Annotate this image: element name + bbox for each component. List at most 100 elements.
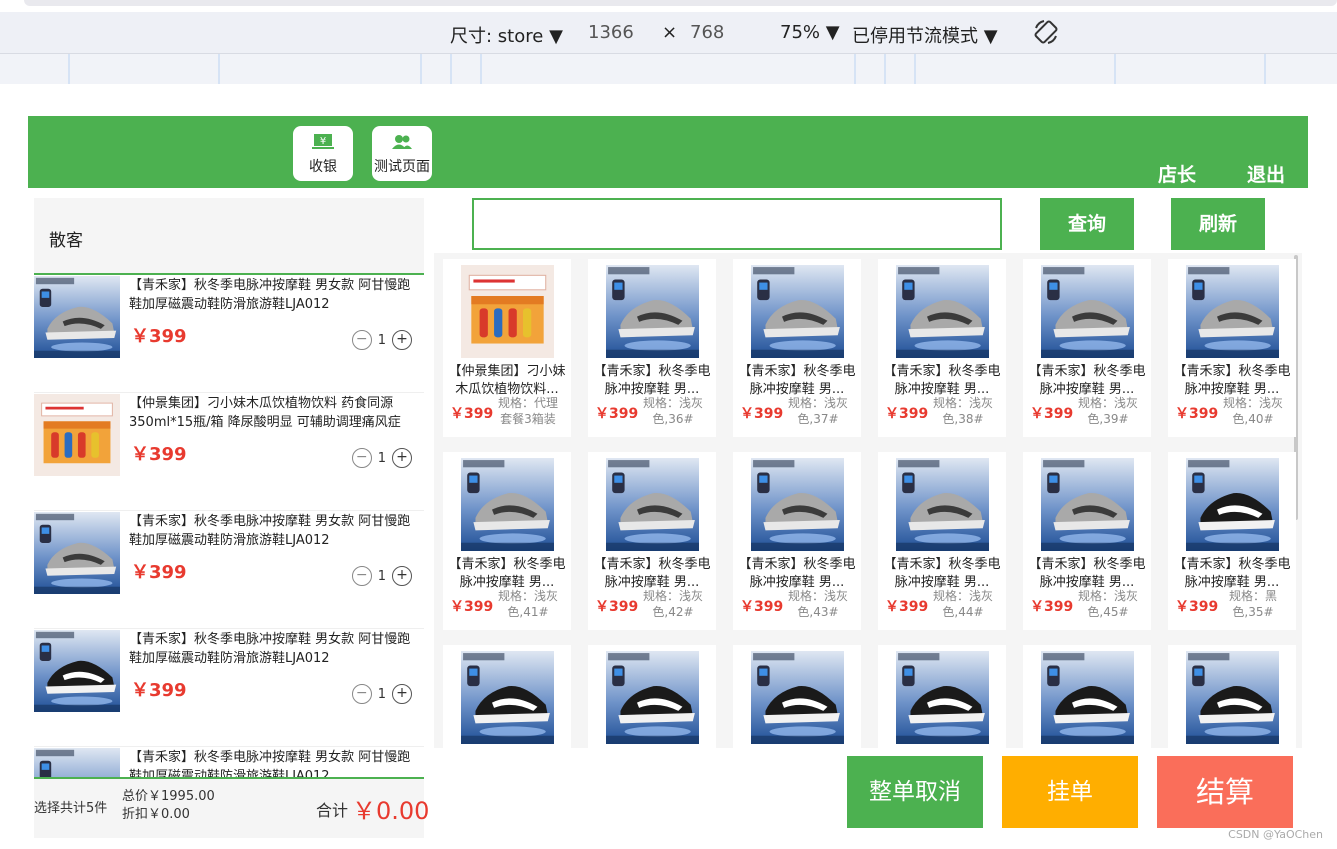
product-card[interactable] bbox=[1168, 645, 1296, 748]
product-card[interactable]: 【仲景集团】刁小妹木瓜饮植物饮料... ￥399 规格：代理套餐3箱装 bbox=[443, 259, 571, 437]
device-size-dropdown[interactable]: 尺寸: store ▼ bbox=[450, 22, 563, 48]
device-height-input[interactable]: 768 bbox=[690, 22, 724, 43]
cart-item-name: 【青禾家】秋冬季电脉冲按摩鞋 男女款 阿甘慢跑鞋加厚磁震动鞋防滑旅游鞋LJA01… bbox=[129, 278, 411, 312]
cart-item: 【青禾家】秋冬季电脉冲按摩鞋 男女款 阿甘慢跑鞋加厚磁震动鞋防滑旅游鞋LJA01… bbox=[34, 511, 424, 628]
product-spec: 规格：浅灰色,44# bbox=[932, 589, 993, 619]
cart-item: 【仲景集团】刁小妹木瓜饮植物饮料 药食同源 350ml*15瓶/箱 降尿酸明显 … bbox=[34, 393, 424, 510]
cart-item-name: 【青禾家】秋冬季电脉冲按摩鞋 男女款 阿甘慢跑鞋加厚磁震动鞋防滑旅游鞋LJA01… bbox=[129, 514, 411, 548]
product-card[interactable] bbox=[733, 645, 861, 748]
ruler-mark bbox=[218, 54, 220, 84]
product-card[interactable]: 【青禾家】秋冬季电脉冲按摩鞋 男... ￥399 规格：浅灰色,41# bbox=[443, 452, 571, 630]
product-name: 【青禾家】秋冬季电脉冲按摩鞋 男... bbox=[593, 364, 711, 397]
product-name: 【青禾家】秋冬季电脉冲按摩鞋 男... bbox=[738, 557, 856, 590]
product-image bbox=[606, 458, 699, 551]
product-name: 【青禾家】秋冬季电脉冲按摩鞋 男... bbox=[593, 557, 711, 590]
cancel-order-button[interactable]: 整单取消 bbox=[847, 756, 983, 828]
logout-link[interactable]: 退出 bbox=[1247, 160, 1285, 187]
browser-top-strip bbox=[0, 0, 1337, 12]
product-thumbnail bbox=[34, 630, 120, 712]
product-card[interactable] bbox=[443, 645, 571, 748]
product-spec: 规格：浅灰色,45# bbox=[1077, 589, 1138, 619]
device-toolbar: 尺寸: store ▼ 1366 × 768 75% ▼ 已停用节流模式 ▼ bbox=[0, 12, 1337, 54]
plus-icon[interactable]: + bbox=[392, 448, 412, 468]
tab-strip bbox=[24, 0, 1337, 6]
product-card[interactable]: 【青禾家】秋冬季电脉冲按摩鞋 男... ￥399 规格：浅灰色,40# bbox=[1168, 259, 1296, 437]
product-card[interactable]: 【青禾家】秋冬季电脉冲按摩鞋 男... ￥399 规格：浅灰色,45# bbox=[1023, 452, 1151, 630]
total-price: 总价￥1995.00 bbox=[122, 789, 215, 804]
discount: 折扣￥0.00 bbox=[122, 807, 190, 822]
product-card[interactable] bbox=[588, 645, 716, 748]
product-card[interactable]: 【青禾家】秋冬季电脉冲按摩鞋 男... ￥399 规格：浅灰色,44# bbox=[878, 452, 1006, 630]
product-card[interactable]: 【青禾家】秋冬季电脉冲按摩鞋 男... ￥399 规格：浅灰色,36# bbox=[588, 259, 716, 437]
minus-icon[interactable]: − bbox=[351, 330, 372, 350]
quantity-value: 1 bbox=[377, 332, 386, 348]
product-panel: 查询 刷新 【仲景集团】刁小妹木瓜饮植物饮料... ￥399 规格：代理套餐3箱装【… bbox=[434, 198, 1302, 838]
product-card[interactable]: 【青禾家】秋冬季电脉冲按摩鞋 男... ￥399 规格：浅灰色,37# bbox=[733, 259, 861, 437]
cart-item: 【青禾家】秋冬季电脉冲按摩鞋 男女款 阿甘慢跑鞋加厚磁震动鞋防滑旅游鞋LJA01… bbox=[34, 629, 424, 746]
product-price: ￥399 bbox=[740, 599, 784, 615]
product-card[interactable]: 【青禾家】秋冬季电脉冲按摩鞋 男... ￥399 规格：浅灰色,39# bbox=[1023, 259, 1151, 437]
nav-cashier-button[interactable]: ¥ 收银 bbox=[293, 126, 353, 181]
product-card[interactable]: 【青禾家】秋冬季电脉冲按摩鞋 男... ￥399 规格：黑色,35# bbox=[1168, 452, 1296, 630]
product-image bbox=[751, 651, 844, 744]
throttle-dropdown[interactable]: 已停用节流模式 ▼ bbox=[852, 22, 998, 48]
product-card[interactable] bbox=[1023, 645, 1151, 748]
product-spec: 规格：浅灰色,37# bbox=[787, 396, 848, 426]
caret-down-icon: ▼ bbox=[825, 22, 840, 43]
search-input[interactable] bbox=[472, 198, 1002, 250]
plus-icon[interactable]: + bbox=[392, 330, 412, 350]
product-image bbox=[751, 458, 844, 551]
product-price: ￥399 bbox=[1175, 406, 1219, 422]
product-price: ￥399 bbox=[450, 406, 494, 422]
zoom-dropdown[interactable]: 75% ▼ bbox=[780, 22, 840, 43]
device-width-input[interactable]: 1366 bbox=[588, 22, 634, 43]
plus-icon[interactable]: + bbox=[392, 566, 412, 586]
refresh-button[interactable]: 刷新 bbox=[1171, 198, 1265, 250]
throttle-label: 已停用节流模式 bbox=[852, 26, 978, 47]
minus-icon[interactable]: − bbox=[351, 448, 372, 468]
product-name: 【仲景集团】刁小妹木瓜饮植物饮料... bbox=[448, 364, 566, 397]
product-image bbox=[896, 265, 989, 358]
plus-icon[interactable]: + bbox=[392, 684, 412, 704]
product-name: 【青禾家】秋冬季电脉冲按摩鞋 男... bbox=[1028, 364, 1146, 397]
dimension-separator: × bbox=[662, 22, 678, 43]
product-name: 【青禾家】秋冬季电脉冲按摩鞋 男... bbox=[883, 557, 1001, 590]
quantity-value: 1 bbox=[377, 450, 386, 466]
cart-item-price: ￥399 bbox=[131, 562, 187, 583]
product-image bbox=[1041, 265, 1134, 358]
minus-icon[interactable]: − bbox=[351, 566, 372, 586]
query-button[interactable]: 查询 bbox=[1040, 198, 1134, 250]
nav-test-page-button[interactable]: 测试页面 bbox=[372, 126, 432, 181]
cashier-icon: ¥ bbox=[312, 134, 334, 149]
product-grid: 【仲景集团】刁小妹木瓜饮植物饮料... ￥399 规格：代理套餐3箱装 【青禾家】秋冬… bbox=[434, 253, 1302, 748]
checkout-button[interactable]: 结算 bbox=[1157, 756, 1293, 828]
product-spec: 规格：浅灰色,43# bbox=[787, 589, 848, 619]
product-thumbnail bbox=[34, 276, 120, 358]
hold-order-button[interactable]: 挂单 bbox=[1002, 756, 1138, 828]
product-price: ￥399 bbox=[885, 599, 929, 615]
product-name: 【青禾家】秋冬季电脉冲按摩鞋 男... bbox=[448, 557, 566, 590]
ruler-mark bbox=[914, 54, 916, 84]
product-card[interactable]: 【青禾家】秋冬季电脉冲按摩鞋 男... ￥399 规格：浅灰色,43# bbox=[733, 452, 861, 630]
product-card[interactable] bbox=[878, 645, 1006, 748]
nav-cashier-label: 收银 bbox=[309, 159, 337, 175]
product-card[interactable]: 【青禾家】秋冬季电脉冲按摩鞋 男... ￥399 规格：浅灰色,38# bbox=[878, 259, 1006, 437]
nav-test-page-label: 测试页面 bbox=[374, 159, 430, 175]
svg-text:¥: ¥ bbox=[320, 136, 326, 147]
product-name: 【青禾家】秋冬季电脉冲按摩鞋 男... bbox=[1173, 364, 1291, 397]
ruler-mark bbox=[1264, 54, 1266, 84]
manager-link[interactable]: 店长 bbox=[1158, 160, 1196, 187]
product-price: ￥399 bbox=[450, 599, 494, 615]
rotate-icon[interactable] bbox=[1032, 18, 1060, 51]
search-row: 查询 刷新 bbox=[434, 198, 1302, 253]
minus-icon[interactable]: − bbox=[351, 684, 372, 704]
quantity-stepper: −1 + bbox=[351, 684, 412, 704]
product-card[interactable]: 【青禾家】秋冬季电脉冲按摩鞋 男... ￥399 规格：浅灰色,42# bbox=[588, 452, 716, 630]
customer-label[interactable]: 散客 bbox=[34, 198, 424, 275]
product-price: ￥399 bbox=[885, 406, 929, 422]
product-price: ￥399 bbox=[595, 406, 639, 422]
quantity-stepper: −1 + bbox=[351, 330, 412, 350]
app-header: ¥ 收银 测试页面 店长 退出 bbox=[28, 116, 1308, 188]
action-row: 整单取消 挂单 结算 bbox=[434, 748, 1302, 838]
product-thumbnail bbox=[34, 748, 120, 777]
